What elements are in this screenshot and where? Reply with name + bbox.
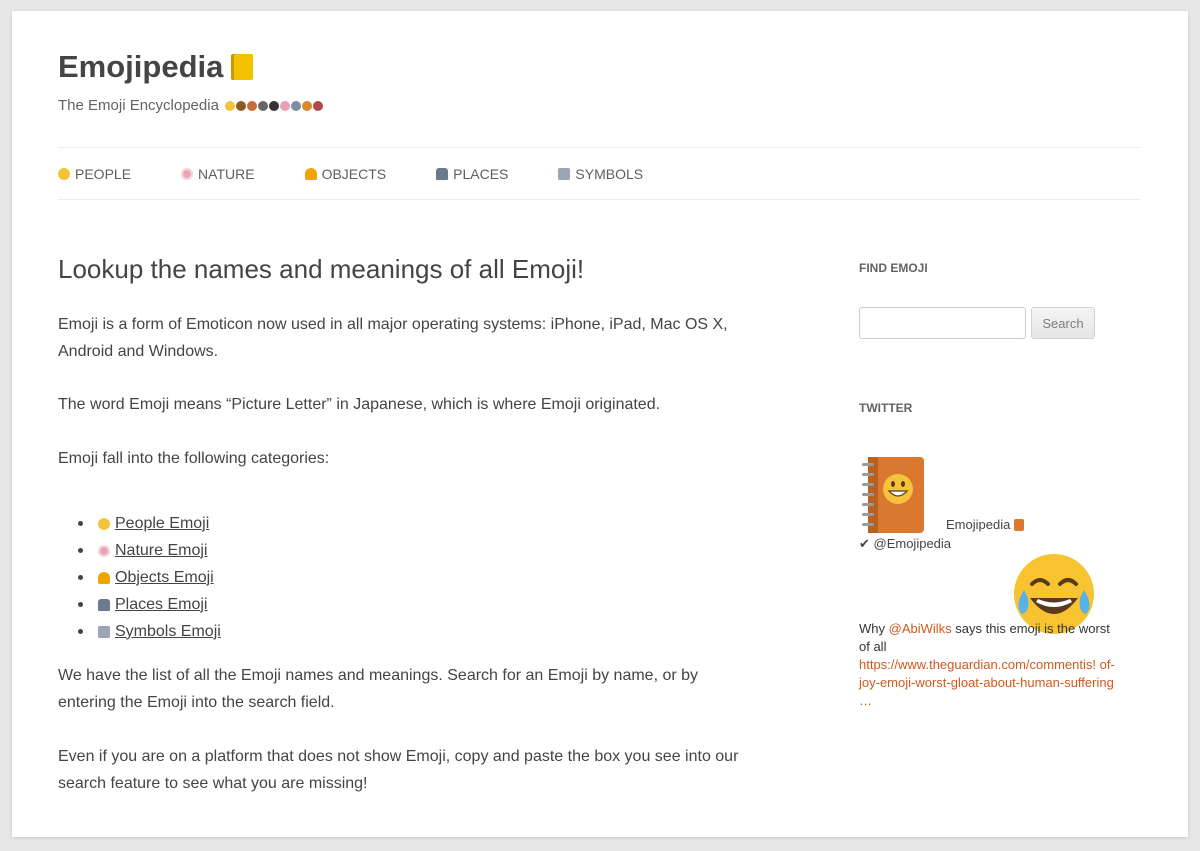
category-label: Nature Emoji xyxy=(115,541,208,559)
copy-paste-paragraph: Even if you are on a platform that does … xyxy=(58,748,739,792)
tweet-text-before: Why xyxy=(859,621,889,636)
category-label: Symbols Emoji xyxy=(115,622,221,640)
site-tagline: The Emoji Encyclopedia xyxy=(58,97,323,114)
list-item: Symbols Emoji xyxy=(78,618,221,645)
tweet-handle: ✔ @Emojipedia xyxy=(859,536,952,551)
bell-icon xyxy=(304,167,317,180)
nav-item-label: PLACES xyxy=(453,165,509,182)
main-nav: PEOPLE NATURE OBJECTS PLACES SYMBOLS xyxy=(58,147,1141,200)
find-emoji-title: FIND EMOJI xyxy=(859,261,928,275)
symbols-icon xyxy=(98,625,110,638)
category-label: Places Emoji xyxy=(115,595,208,613)
categories-intro: Emoji fall into the following categories… xyxy=(58,450,330,467)
smiley-icon xyxy=(98,517,110,530)
nav-item-objects[interactable]: OBJECTS xyxy=(304,165,387,182)
tagline-text: The Emoji Encyclopedia xyxy=(58,97,219,114)
site-title-link[interactable]: Emojipedia xyxy=(58,49,254,85)
category-link-nature[interactable]: Nature Emoji xyxy=(98,542,207,560)
list-item: Places Emoji xyxy=(78,591,221,618)
nav-item-label: PEOPLE xyxy=(75,165,132,182)
category-label: Objects Emoji xyxy=(115,568,214,586)
category-list: People Emoji Nature Emoji Objects Emoji … xyxy=(78,510,221,645)
tweet-text: Why @AbiWilks says this emoji is the wor… xyxy=(859,620,1119,710)
list-item: People Emoji xyxy=(78,510,221,537)
meaning-paragraph: The word Emoji means “Picture Letter” in… xyxy=(58,396,661,413)
category-link-places[interactable]: Places Emoji xyxy=(98,596,207,614)
nav-item-nature[interactable]: NATURE xyxy=(181,166,255,182)
site-title: Emojipedia xyxy=(58,49,224,84)
list-item: Objects Emoji xyxy=(78,564,221,591)
nav-item-label: OBJECTS xyxy=(321,165,387,182)
search-button[interactable]: Search xyxy=(1031,307,1095,339)
notebook-icon xyxy=(1014,518,1025,531)
page-container: Emojipedia The Emoji Encyclopedia PEOPLE… xyxy=(12,11,1188,837)
bell-icon xyxy=(98,571,110,584)
category-link-objects[interactable]: Objects Emoji xyxy=(98,569,214,587)
smiley-icon xyxy=(58,167,70,180)
car-icon xyxy=(436,167,449,180)
nav-item-label: SYMBOLS xyxy=(575,165,644,182)
nav-item-label: NATURE xyxy=(198,165,255,182)
category-link-symbols[interactable]: Symbols Emoji xyxy=(98,623,221,641)
search-paragraph: We have the list of all the Emoji names … xyxy=(58,667,699,711)
emojipedia-avatar-icon[interactable] xyxy=(860,453,928,537)
nav-item-places[interactable]: PLACES xyxy=(436,166,508,182)
flower-icon xyxy=(181,167,194,180)
search-input[interactable] xyxy=(859,307,1026,339)
nav-item-symbols[interactable]: SYMBOLS xyxy=(558,166,643,182)
tweet-author-link[interactable]: Emojipedia xyxy=(946,517,1025,532)
twitter-title: TWITTER xyxy=(859,401,913,415)
list-item: Nature Emoji xyxy=(78,537,221,564)
flower-icon xyxy=(98,544,110,557)
category-link-people[interactable]: People Emoji xyxy=(98,515,209,533)
page-heading: Lookup the names and meanings of all Emo… xyxy=(58,254,585,284)
nav-item-people[interactable]: PEOPLE xyxy=(58,166,131,182)
tweet-url-link[interactable]: https://www.theguardian.com/commentis! o… xyxy=(859,657,1115,708)
notebook-icon xyxy=(231,54,254,80)
intro-paragraph: Emoji is a form of Emoticon now used in … xyxy=(58,316,728,360)
tweet-mention-link[interactable]: @AbiWilks xyxy=(889,621,952,636)
car-icon xyxy=(98,598,110,611)
tagline-emoji-strip-icon xyxy=(224,100,323,111)
category-label: People Emoji xyxy=(115,514,210,532)
symbols-icon xyxy=(558,167,571,180)
tweet-author-name: Emojipedia xyxy=(946,517,1011,532)
